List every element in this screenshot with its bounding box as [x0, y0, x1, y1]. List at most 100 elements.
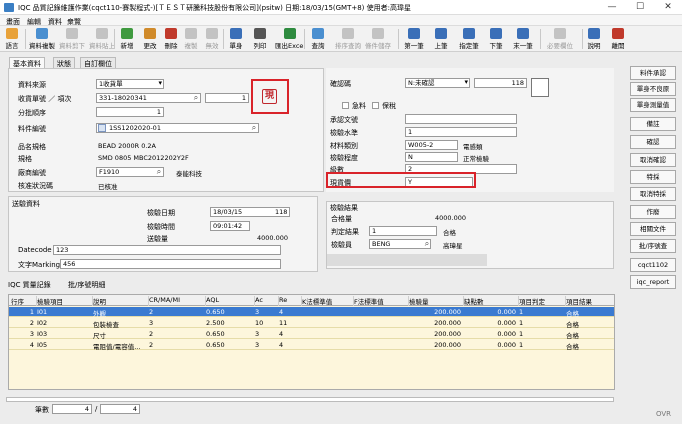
toolbar-button-exit[interactable]: 離開 [608, 27, 628, 51]
time-input[interactable]: 09:01:42 [210, 221, 250, 231]
side-button-1[interactable]: 單身不良原 [630, 82, 676, 96]
toolbar-button-query[interactable]: 查詢 [308, 27, 328, 51]
pass-label: 合格量 [331, 215, 352, 223]
side-button-6[interactable]: 特採 [630, 170, 676, 184]
source-select[interactable]: 1收貨單 [96, 79, 164, 89]
side-button-11[interactable]: cqct1102 [630, 258, 676, 272]
grid-header-cell[interactable]: 缺點數 [464, 296, 519, 306]
part-input[interactable]: 1SS1202020-01 [96, 123, 259, 133]
query-icon [312, 28, 324, 39]
category-input[interactable]: W005-2 [405, 140, 458, 150]
grid-header-cell[interactable]: 行序 [11, 296, 37, 306]
table-row[interactable]: 4 I05 電阻值/電容值... 2 0.650 3 4 200.000 0.000 1 合格 [9, 340, 614, 351]
table-cell: I02 [37, 319, 48, 327]
side-button-8[interactable]: 作廢 [630, 205, 676, 219]
table-row[interactable]: 3 I03 尺寸 2 0.650 3 4 200.000 0.000 1 合格 [9, 329, 614, 340]
table-cell: 包裝檢查 [93, 321, 119, 329]
grid-header-cell[interactable]: F法標準值 [354, 296, 409, 306]
inspector-search-icon[interactable]: ⌕ [422, 239, 432, 249]
grid-header-cell[interactable]: K法標準值 [302, 296, 354, 306]
maximize-button[interactable]: ☐ [626, 1, 654, 14]
toolbar-button-excel[interactable]: 匯出Excel [275, 27, 305, 51]
toolbar-button-last[interactable]: 末一筆 [511, 27, 535, 51]
toolbar-button-help[interactable]: 說明 [585, 27, 603, 51]
vendor-search-icon[interactable]: ⌕ [154, 167, 164, 177]
toolbar-button-edit[interactable]: 更改 [141, 27, 159, 51]
batch-input[interactable]: 1 [96, 107, 164, 117]
minimize-button[interactable]: — [598, 1, 626, 14]
status-bar: 筆數 4 / 4 OVR [0, 396, 682, 424]
inspector-name: 高瑋星 [443, 242, 463, 250]
approval-label: 核准狀況碼 [18, 182, 53, 190]
grid-header-cell[interactable]: Ac [255, 296, 279, 306]
part-search-icon[interactable]: ⌕ [249, 123, 259, 133]
toolbar-label: 刪除 [164, 42, 178, 50]
toolbar-button-print[interactable]: 列印 [250, 27, 270, 51]
receipt-no-input[interactable]: 331-18020341 [96, 93, 201, 103]
toolbar-button-language[interactable]: 語言 [2, 27, 22, 51]
new-icon [121, 28, 133, 39]
toolbar-button-copy-record[interactable]: 資料複製 [27, 27, 57, 51]
required-icon [554, 28, 566, 39]
save-condition-icon [372, 28, 384, 39]
grid-header-cell[interactable]: CR/MA/MI [149, 296, 206, 306]
grid-header-cell[interactable]: 項目結果 [566, 296, 614, 306]
prev-icon [435, 28, 447, 39]
urgent-checkbox[interactable] [342, 102, 349, 109]
receipt-item-input[interactable]: 1 [205, 93, 249, 103]
toolbar-label: 指定筆 [459, 42, 479, 50]
confirm-extra: 118 [474, 78, 527, 88]
bonded-checkbox[interactable] [372, 102, 379, 109]
doc-input[interactable] [405, 114, 517, 124]
toolbar-button-paste-record: 資料貼上 [88, 27, 116, 51]
toolbar-button-new[interactable]: 新增 [117, 27, 137, 51]
table-cell: 1 [519, 319, 524, 327]
table-cell: I05 [37, 341, 48, 349]
grid-header-cell[interactable]: 檢驗量 [409, 296, 464, 306]
highlight-box-cash [326, 172, 476, 188]
goto-icon [463, 28, 475, 39]
level-input[interactable]: 1 [405, 127, 517, 137]
side-button-9[interactable]: 相關文件 [630, 222, 676, 236]
side-button-7[interactable]: 取消特採 [630, 187, 676, 201]
degree-input[interactable]: N [405, 152, 458, 162]
datecode-input[interactable]: 123 [53, 245, 281, 255]
grid-header-cell[interactable]: Re [279, 296, 302, 306]
marking-input[interactable]: 456 [60, 259, 281, 269]
side-button-2[interactable]: 單身測量值 [630, 98, 676, 112]
grid-header-cell[interactable]: AQL [206, 296, 255, 306]
side-button-3[interactable]: 備註 [630, 117, 676, 131]
table-cell: 1 [519, 330, 524, 338]
part-detail-icon[interactable] [98, 124, 106, 132]
side-button-10[interactable]: 批/序號查 [630, 239, 676, 253]
grid-header-cell[interactable]: 說明 [93, 296, 149, 306]
side-button-4[interactable]: 確認 [630, 135, 676, 149]
side-button-12[interactable]: iqc_report [630, 275, 676, 289]
table-row[interactable]: 2 I02 包裝檢查 3 2.500 10 11 200.000 0.000 1 合格 [9, 318, 614, 329]
table-cell: 1 [29, 308, 34, 316]
toolbar-button-first[interactable]: 第一筆 [402, 27, 426, 51]
toolbar-button-next[interactable]: 下筆 [486, 27, 506, 51]
grid-header-cell[interactable]: 項目判定 [519, 296, 566, 306]
marking-label: 文字Marking [18, 261, 61, 269]
table-row[interactable]: 1 I01 外觀 2 0.650 3 4 200.000 0.000 1 合格 [9, 307, 614, 318]
toolbar-button-delete[interactable]: 刪除 [162, 27, 180, 51]
judge-input[interactable]: 1 [369, 226, 437, 236]
toolbar-label: 末一筆 [513, 42, 533, 50]
toolbar-label: 單身 [229, 42, 243, 50]
side-button-0[interactable]: 料件承認 [630, 66, 676, 80]
table-cell: 200.000 [434, 308, 461, 316]
close-button[interactable]: ✕ [654, 1, 682, 14]
toolbar-button-detail[interactable]: 單身 [226, 27, 246, 51]
toolbar-button-goto[interactable]: 指定筆 [457, 27, 481, 51]
horizontal-scrollbar[interactable] [6, 397, 614, 402]
side-button-5[interactable]: 取消確認 [630, 153, 676, 167]
confirm-label: 確認碼 [330, 80, 351, 88]
pass-value: 4000.000 [435, 214, 467, 222]
grid-tab-serials[interactable]: 批/序號明細 [68, 280, 105, 290]
search-icon[interactable]: ⌕ [191, 93, 201, 103]
grid-header-cell[interactable]: 檢驗項目 [37, 296, 93, 306]
grid-tab-records[interactable]: IQC 質量記錄 [8, 280, 51, 290]
confirm-select[interactable]: N:未確認 [405, 78, 470, 88]
toolbar-button-prev[interactable]: 上筆 [431, 27, 451, 51]
